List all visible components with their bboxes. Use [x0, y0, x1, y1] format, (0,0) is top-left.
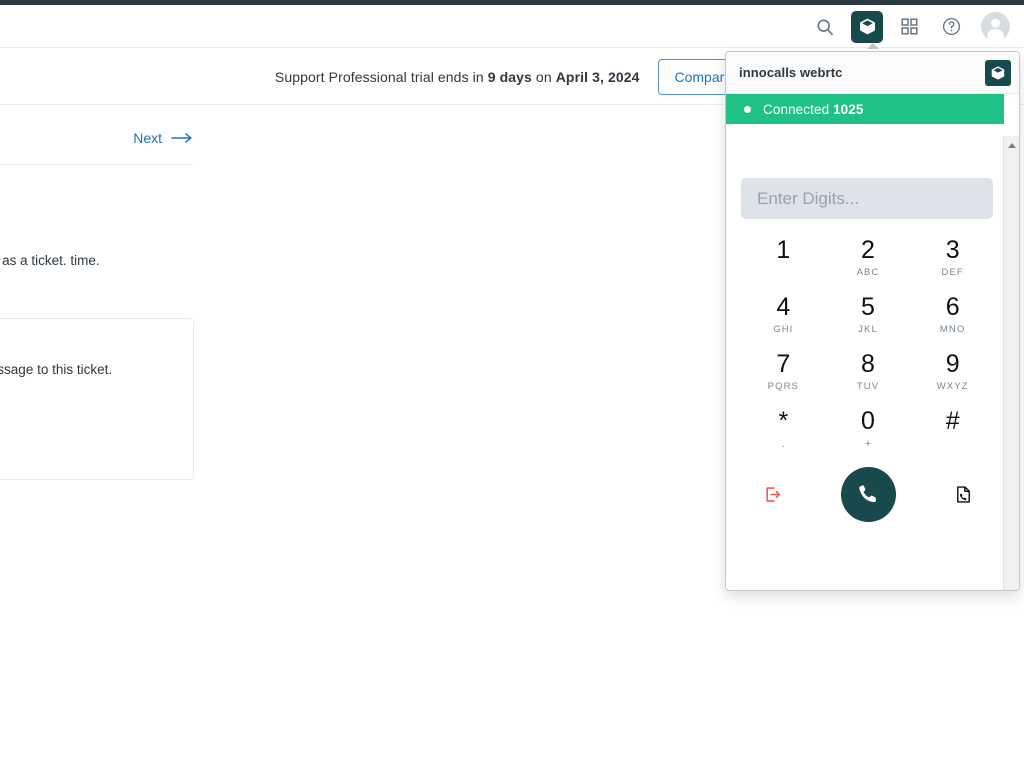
key-letters: TUV	[857, 381, 879, 392]
info-card-text: com. Send a message to this ticket.	[0, 361, 181, 379]
next-link[interactable]: Next	[133, 130, 193, 146]
search-icon[interactable]	[809, 11, 841, 43]
dialpad-key-9[interactable]: 9 WXYZ	[910, 348, 995, 392]
phone-icon	[856, 482, 880, 506]
status-text: Connected 1025	[763, 102, 864, 117]
key-digit: 8	[861, 350, 875, 378]
info-card: com. Send a message to this ticket.	[0, 318, 194, 480]
dialpad-key-3[interactable]: 3 DEF	[910, 234, 995, 278]
key-letters: JKL	[858, 324, 878, 335]
dialpad-key-4[interactable]: 4 GHI	[741, 291, 826, 335]
question-circle-icon[interactable]	[935, 11, 967, 43]
status-label: Connected	[763, 102, 833, 117]
webrtc-dialer-panel: innocalls webrtc Connected 1025 1	[725, 51, 1020, 591]
content-divider	[0, 164, 193, 165]
next-step-row: Next	[0, 130, 194, 146]
status-badge: Connected 1025	[726, 94, 1004, 124]
cube-box-icon[interactable]	[851, 11, 883, 43]
key-digit: 1	[776, 236, 790, 264]
next-label: Next	[133, 130, 162, 146]
cube-box-icon[interactable]	[985, 60, 1011, 86]
panel-header: innocalls webrtc	[726, 52, 1019, 94]
grid-apps-icon[interactable]	[893, 11, 925, 43]
key-digit: #	[946, 407, 960, 435]
key-digit: *	[778, 407, 788, 435]
key-digit: 9	[946, 350, 960, 378]
trial-text-prefix: Support Professional trial ends in	[275, 69, 488, 85]
panel-body: Connected 1025 1 2 ABC 3 DEF 4 GH	[726, 94, 1019, 591]
scroll-up-arrow-icon[interactable]	[1004, 137, 1020, 153]
digits-input[interactable]	[741, 178, 993, 219]
dialer-actions	[741, 466, 995, 522]
key-letters: GHI	[773, 324, 793, 335]
key-letters: DEF	[942, 267, 964, 278]
trial-text-middle: on	[532, 69, 556, 85]
avatar[interactable]	[981, 12, 1010, 41]
status-dot-icon	[744, 106, 751, 113]
status-extension: 1025	[833, 102, 863, 117]
key-digit: 2	[861, 236, 875, 264]
key-letters: ABC	[857, 267, 880, 278]
dialpad-key-8[interactable]: 8 TUV	[826, 348, 911, 392]
key-digit: 6	[946, 293, 960, 321]
email-hint-text: address will appear as a ticket. time.	[0, 252, 182, 270]
trial-banner-text: Support Professional trial ends in 9 day…	[275, 69, 640, 85]
dialpad-key-2[interactable]: 2 ABC	[826, 234, 911, 278]
key-digit: 4	[776, 293, 790, 321]
key-digit: 7	[776, 350, 790, 378]
panel-title: innocalls webrtc	[739, 65, 985, 80]
dialpad-key-5[interactable]: 5 JKL	[826, 291, 911, 335]
dialpad-key-star[interactable]: * .	[741, 405, 826, 449]
key-digit: 3	[946, 236, 960, 264]
panel-scrollbar[interactable]	[1003, 136, 1019, 591]
key-letters: PQRS	[768, 381, 799, 392]
top-nav-icon-group	[809, 5, 1010, 48]
key-digit: 5	[861, 293, 875, 321]
dialpad-key-6[interactable]: 6 MNO	[910, 291, 995, 335]
key-letters: WXYZ	[937, 381, 969, 392]
app-root: Support Professional trial ends in 9 day…	[0, 0, 1024, 768]
top-navigation-bar	[0, 5, 1024, 48]
call-button[interactable]	[841, 467, 896, 522]
dialpad-grid: 1 2 ABC 3 DEF 4 GHI 5 JKL	[741, 234, 995, 449]
key-letters: MNO	[940, 324, 965, 335]
trial-days: 9 days	[488, 69, 532, 85]
dialpad-key-0[interactable]: 0 +	[826, 405, 911, 449]
dialpad-key-1[interactable]: 1	[741, 234, 826, 278]
call-log-document-icon[interactable]	[954, 485, 973, 504]
dialpad-key-7[interactable]: 7 PQRS	[741, 348, 826, 392]
logout-exit-icon[interactable]	[763, 485, 782, 504]
trial-date: April 3, 2024	[556, 69, 640, 85]
key-digit: 0	[861, 407, 875, 435]
key-letters: .	[782, 438, 785, 449]
arrow-right-icon	[171, 132, 193, 144]
key-letters: +	[865, 438, 871, 449]
dialpad-key-hash[interactable]: #	[910, 405, 995, 449]
